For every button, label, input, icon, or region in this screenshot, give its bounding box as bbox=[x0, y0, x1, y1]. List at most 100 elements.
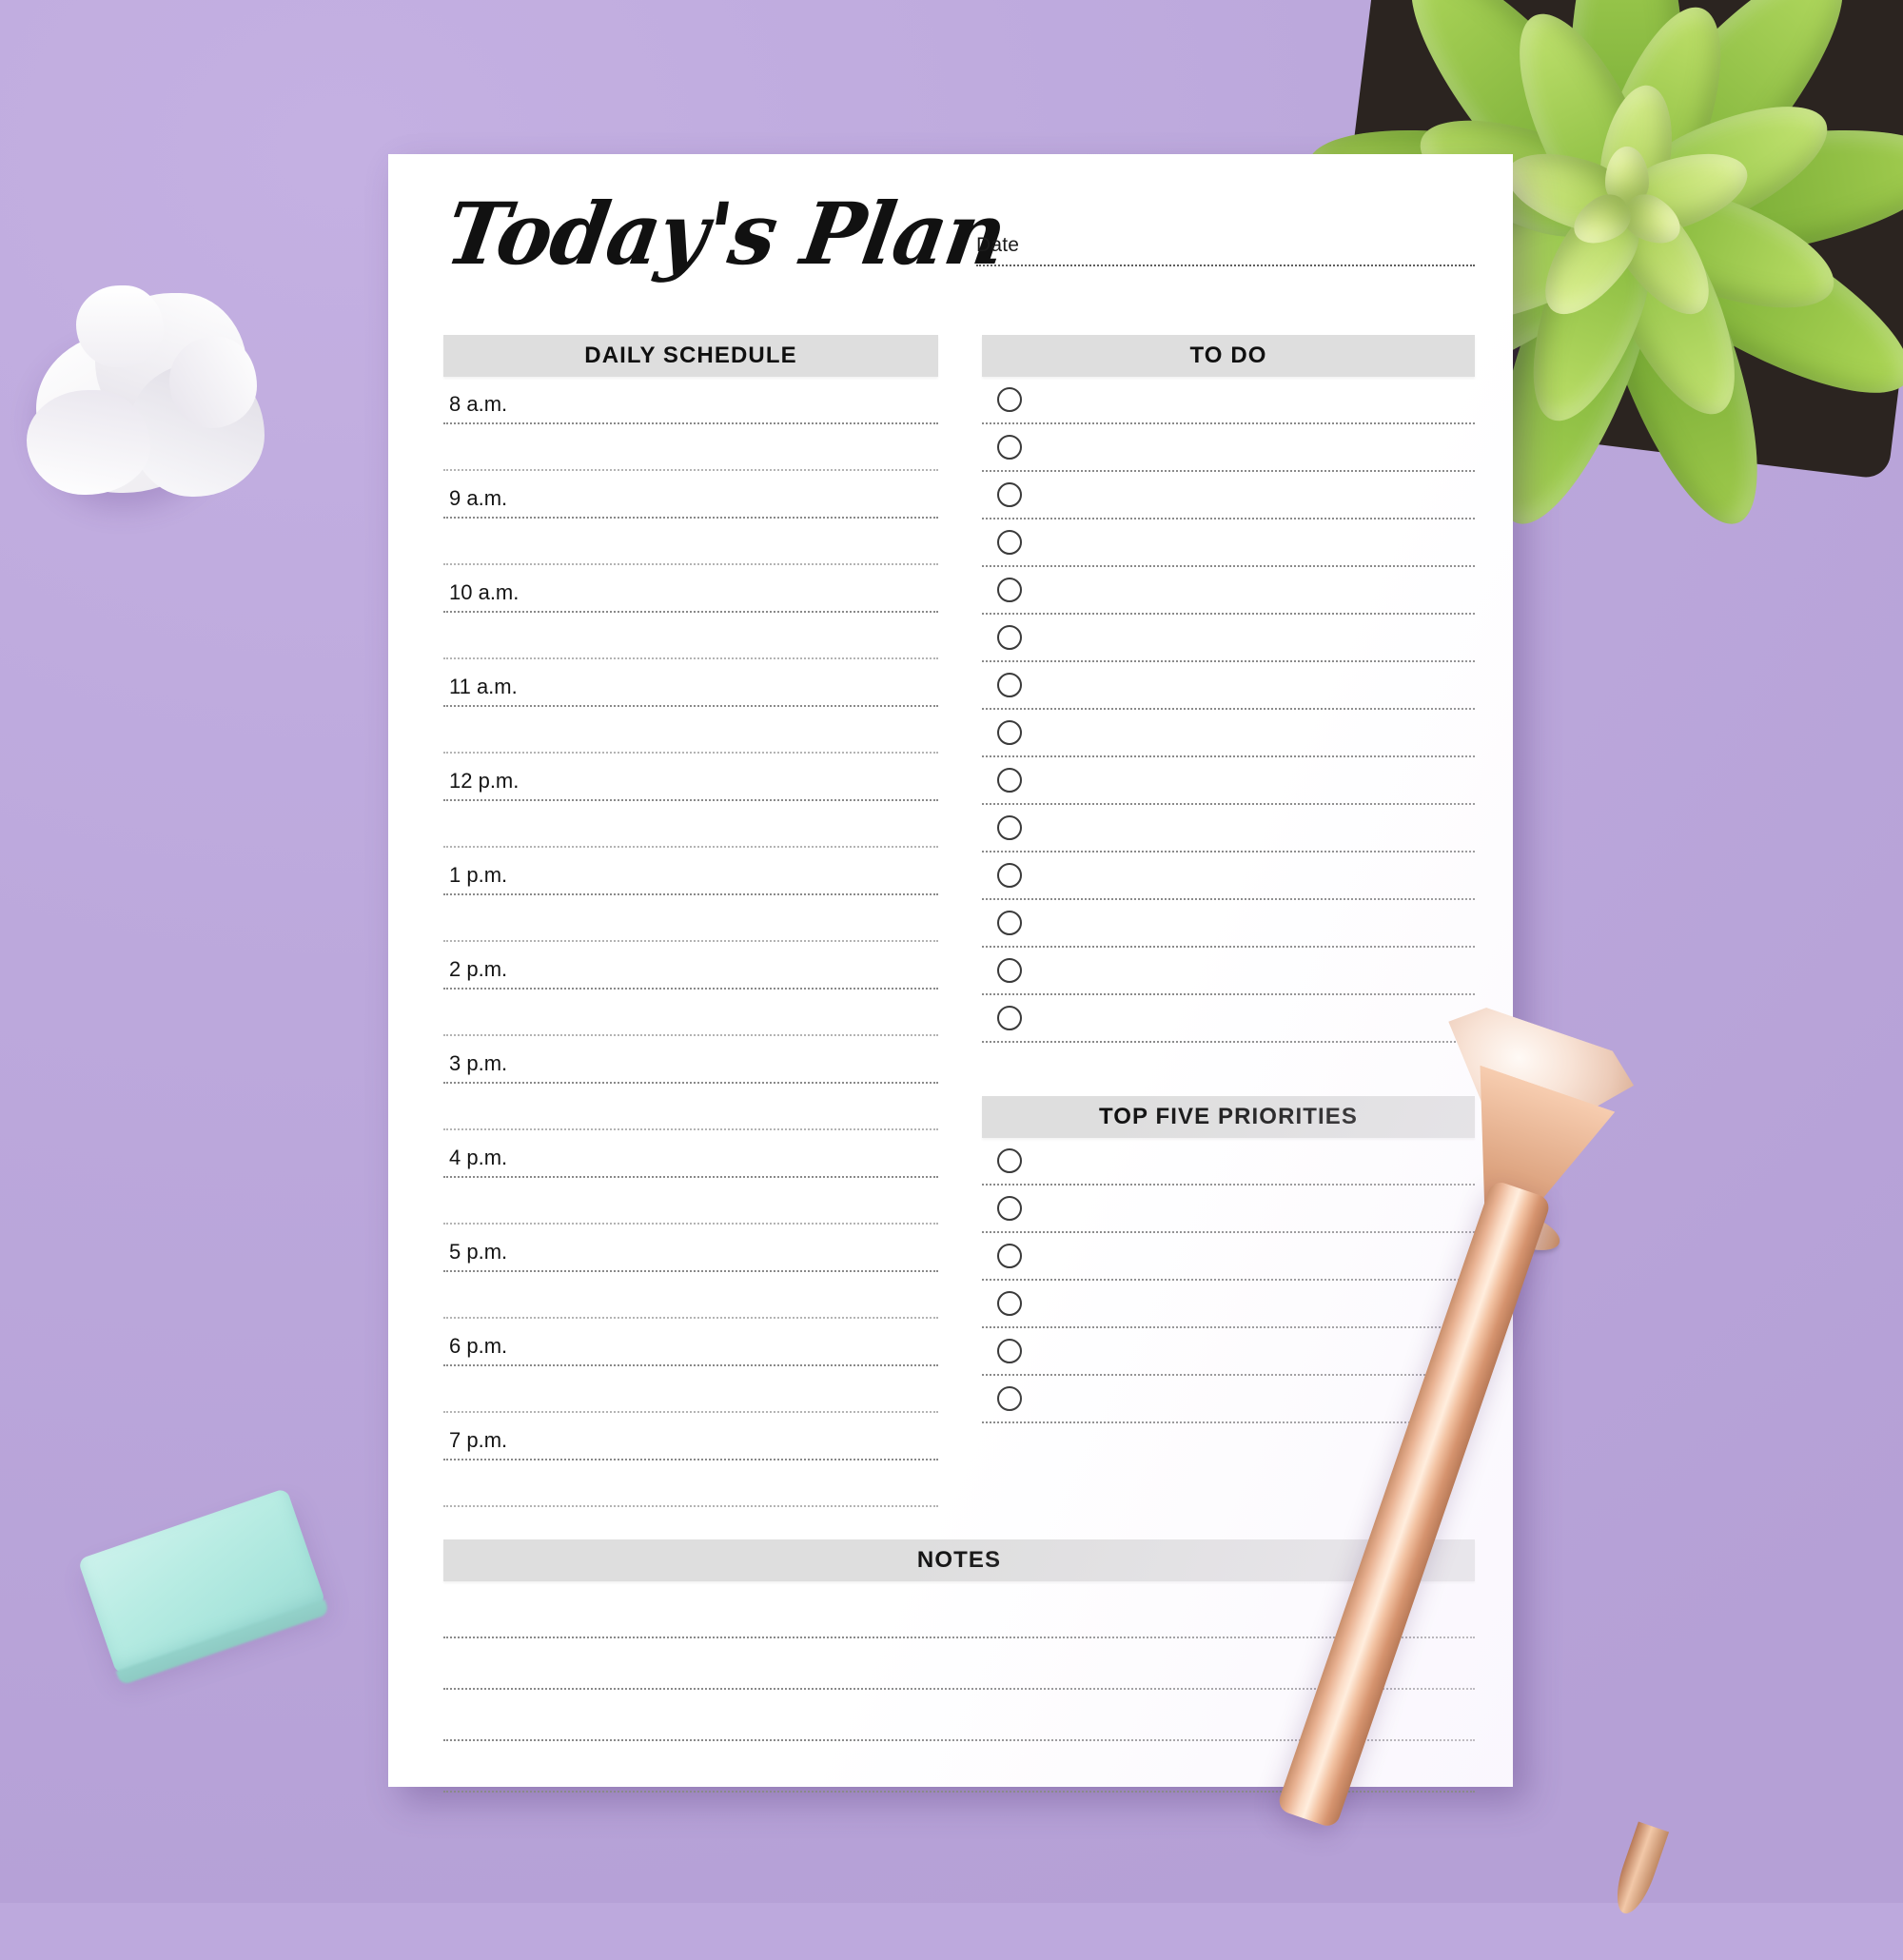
date-label: Date bbox=[976, 234, 1020, 256]
checkbox-circle-icon[interactable] bbox=[997, 435, 1022, 460]
schedule-row[interactable]: 3 p.m. bbox=[443, 1036, 938, 1084]
to-do-row[interactable] bbox=[982, 948, 1475, 995]
write-line[interactable] bbox=[1022, 948, 1475, 993]
schedule-time-label: 12 p.m. bbox=[449, 768, 520, 793]
checkbox-circle-icon[interactable] bbox=[997, 958, 1022, 983]
schedule-row[interactable] bbox=[443, 613, 938, 659]
schedule-time-label: 6 p.m. bbox=[449, 1333, 508, 1358]
write-line[interactable] bbox=[1022, 662, 1475, 708]
daily-schedule-heading: DAILY SCHEDULE bbox=[443, 335, 938, 377]
schedule-row[interactable]: 4 p.m. bbox=[443, 1130, 938, 1178]
write-line[interactable] bbox=[1022, 377, 1475, 422]
main-columns: DAILY SCHEDULE 8 a.m. 9 a.m. 10 a.m. 11 a.m… bbox=[443, 335, 1475, 1507]
schedule-time-label: 11 a.m. bbox=[449, 674, 518, 698]
planner-sheet: Today's Plan Date DAILY SCHEDULE 8 a.m. 9… bbox=[388, 154, 1513, 1793]
schedule-time-label: 8 a.m. bbox=[449, 391, 508, 416]
to-do-row[interactable] bbox=[982, 853, 1475, 900]
page-title: Today's Plan bbox=[439, 184, 1012, 285]
schedule-row[interactable] bbox=[443, 519, 938, 565]
checkbox-circle-icon[interactable] bbox=[997, 1339, 1022, 1363]
schedule-row[interactable]: 1 p.m. bbox=[443, 848, 938, 895]
schedule-row[interactable]: 6 p.m. bbox=[443, 1319, 938, 1366]
schedule-row[interactable]: 2 p.m. bbox=[443, 942, 938, 990]
rose-gold-pen bbox=[1275, 1028, 1698, 1960]
write-line[interactable] bbox=[1022, 853, 1475, 898]
checkbox-circle-icon[interactable] bbox=[997, 1291, 1022, 1316]
schedule-row[interactable] bbox=[443, 1084, 938, 1130]
schedule-time-label: 2 p.m. bbox=[449, 956, 508, 981]
to-do-row[interactable] bbox=[982, 710, 1475, 757]
schedule-time-label: 1 p.m. bbox=[449, 862, 508, 887]
write-line[interactable] bbox=[1022, 519, 1475, 565]
schedule-row[interactable]: 7 p.m. bbox=[443, 1413, 938, 1460]
daily-schedule-rows: 8 a.m. 9 a.m. 10 a.m. 11 a.m. 12 p.m. 1 p.m. 2… bbox=[443, 377, 938, 1507]
to-do-row[interactable] bbox=[982, 567, 1475, 615]
to-do-row[interactable] bbox=[982, 900, 1475, 948]
schedule-time-label: 7 p.m. bbox=[449, 1427, 508, 1452]
to-do-row[interactable] bbox=[982, 424, 1475, 472]
write-line[interactable] bbox=[1022, 472, 1475, 518]
to-do-row[interactable] bbox=[982, 519, 1475, 567]
schedule-row[interactable] bbox=[443, 1178, 938, 1225]
schedule-row[interactable]: 11 a.m. bbox=[443, 659, 938, 707]
schedule-time-label: 5 p.m. bbox=[449, 1239, 508, 1264]
schedule-row[interactable] bbox=[443, 801, 938, 848]
checkbox-circle-icon[interactable] bbox=[997, 673, 1022, 697]
schedule-row[interactable] bbox=[443, 707, 938, 754]
schedule-time-label: 10 a.m. bbox=[449, 579, 520, 604]
to-do-row[interactable] bbox=[982, 615, 1475, 662]
schedule-time-label: 3 p.m. bbox=[449, 1050, 508, 1075]
to-do-row[interactable] bbox=[982, 472, 1475, 519]
checkbox-circle-icon[interactable] bbox=[997, 387, 1022, 412]
to-do-row[interactable] bbox=[982, 377, 1475, 424]
notes-line[interactable] bbox=[443, 1587, 1475, 1638]
to-do-heading: TO DO bbox=[982, 335, 1475, 377]
notes-heading: NOTES bbox=[443, 1539, 1475, 1581]
daily-schedule-column: DAILY SCHEDULE 8 a.m. 9 a.m. 10 a.m. 11 a.m… bbox=[443, 335, 938, 1507]
checkbox-circle-icon[interactable] bbox=[997, 1196, 1022, 1221]
checkbox-circle-icon[interactable] bbox=[997, 1006, 1022, 1030]
pen-tip bbox=[1608, 1821, 1670, 1919]
write-line[interactable] bbox=[1022, 900, 1475, 946]
crumpled-paper-ball bbox=[27, 285, 274, 523]
notes-gap bbox=[443, 1507, 1475, 1539]
schedule-row[interactable] bbox=[443, 424, 938, 471]
checkbox-circle-icon[interactable] bbox=[997, 911, 1022, 935]
to-do-row[interactable] bbox=[982, 757, 1475, 805]
write-line[interactable] bbox=[1022, 710, 1475, 755]
schedule-row[interactable] bbox=[443, 990, 938, 1036]
checkbox-circle-icon[interactable] bbox=[997, 815, 1022, 840]
checkbox-circle-icon[interactable] bbox=[997, 1386, 1022, 1411]
schedule-row[interactable]: 12 p.m. bbox=[443, 754, 938, 801]
schedule-row[interactable] bbox=[443, 1366, 938, 1413]
checkbox-circle-icon[interactable] bbox=[997, 530, 1022, 555]
schedule-row[interactable] bbox=[443, 895, 938, 942]
schedule-row[interactable]: 9 a.m. bbox=[443, 471, 938, 519]
write-line[interactable] bbox=[1022, 615, 1475, 660]
write-line[interactable] bbox=[1022, 567, 1475, 613]
schedule-row[interactable]: 10 a.m. bbox=[443, 565, 938, 613]
checkbox-circle-icon[interactable] bbox=[997, 625, 1022, 650]
checkbox-circle-icon[interactable] bbox=[997, 1148, 1022, 1173]
schedule-row[interactable]: 8 a.m. bbox=[443, 377, 938, 424]
sheet-header: Today's Plan Date bbox=[439, 154, 1475, 335]
checkbox-circle-icon[interactable] bbox=[997, 768, 1022, 793]
date-field-group[interactable]: Date bbox=[976, 234, 1475, 266]
checkbox-circle-icon[interactable] bbox=[997, 578, 1022, 602]
date-input-rule[interactable] bbox=[976, 265, 1475, 266]
schedule-time-label: 9 a.m. bbox=[449, 485, 508, 510]
write-line[interactable] bbox=[1022, 757, 1475, 803]
schedule-row[interactable]: 5 p.m. bbox=[443, 1225, 938, 1272]
checkbox-circle-icon[interactable] bbox=[997, 1244, 1022, 1268]
to-do-rows bbox=[982, 377, 1475, 1043]
checkbox-circle-icon[interactable] bbox=[997, 720, 1022, 745]
checkbox-circle-icon[interactable] bbox=[997, 863, 1022, 888]
to-do-row[interactable] bbox=[982, 662, 1475, 710]
write-line[interactable] bbox=[1022, 805, 1475, 851]
checkbox-circle-icon[interactable] bbox=[997, 482, 1022, 507]
write-line[interactable] bbox=[1022, 424, 1475, 470]
schedule-row[interactable] bbox=[443, 1272, 938, 1319]
to-do-row[interactable] bbox=[982, 805, 1475, 853]
schedule-time-label: 4 p.m. bbox=[449, 1145, 508, 1169]
schedule-row[interactable] bbox=[443, 1460, 938, 1507]
